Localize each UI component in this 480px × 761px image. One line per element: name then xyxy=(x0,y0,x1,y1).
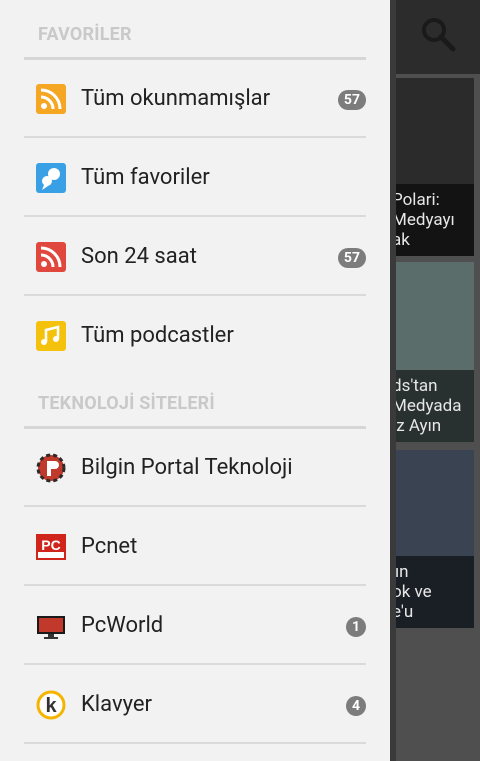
unread-count-badge: 57 xyxy=(337,90,366,110)
unread-count-badge: 57 xyxy=(337,248,366,268)
klavyer-logo-icon: k xyxy=(36,690,66,720)
drawer-item-label: Son 24 saat xyxy=(81,244,197,269)
drawer-item-all-podcasts[interactable]: Tüm podcastler xyxy=(24,297,366,375)
background-article-card[interactable]: Polari: Medyayı ak xyxy=(392,78,474,256)
drawer-item-label: Tüm okunmamışlar xyxy=(81,86,271,111)
drawer-item-label: Tüm podcastler xyxy=(81,323,234,348)
drawer-item-all-unread[interactable]: Tüm okunmamışlar 57 xyxy=(24,60,366,138)
drawer-item-pcnet[interactable]: PC Pcnet xyxy=(24,508,366,586)
drawer-item-klavyer[interactable]: k Klavyer 4 xyxy=(24,666,366,744)
background-article-card[interactable]: 'ın ok ve e'u xyxy=(392,450,474,628)
pcnet-logo-icon: PC xyxy=(36,534,66,560)
section-header-technology-sites: TEKNOLOJİ SİTELERİ xyxy=(38,393,215,414)
svg-text:PC: PC xyxy=(41,537,60,553)
drawer-item-label: Bilgin Portal Teknoloji xyxy=(81,455,293,480)
article-caption: 'ın ok ve e'u xyxy=(392,556,474,628)
podcast-icon xyxy=(36,321,66,351)
drawer-item-label: Tüm favoriler xyxy=(81,165,210,190)
rss-red-icon xyxy=(36,242,66,272)
drawer-item-bilgin-portal[interactable]: Bilgin Portal Teknoloji xyxy=(24,429,366,507)
rss-orange-icon xyxy=(36,84,66,114)
pcworld-monitor-icon xyxy=(37,616,65,639)
unread-count-badge: 1 xyxy=(345,617,366,637)
drawer-item-label: Pcnet xyxy=(81,534,138,559)
article-caption: ds'tan Medyada ız Ayın xyxy=(392,370,474,442)
drawer-item-last-24-hours[interactable]: Son 24 saat 57 xyxy=(24,218,366,296)
favorites-icon xyxy=(36,163,66,193)
background-article-card[interactable]: ds'tan Medyada ız Ayın xyxy=(392,262,474,442)
navigation-drawer: FAVORİLER Tüm okunmamışlar 57 Tüm favori… xyxy=(0,0,390,761)
unread-count-badge: 4 xyxy=(345,696,366,716)
drawer-item-pcworld[interactable]: PcWorld 1 xyxy=(24,587,366,665)
section-header-favorites: FAVORİLER xyxy=(38,24,132,45)
search-icon[interactable] xyxy=(420,16,456,52)
svg-text:k: k xyxy=(45,695,57,717)
article-caption: Polari: Medyayı ak xyxy=(392,184,474,256)
bilgin-portal-logo-icon xyxy=(36,453,66,483)
drawer-item-label: PcWorld xyxy=(81,613,164,638)
drawer-shadow-edge xyxy=(390,0,396,761)
drawer-item-label: Klavyer xyxy=(81,692,153,717)
drawer-item-all-favorites[interactable]: Tüm favoriler xyxy=(24,139,366,217)
